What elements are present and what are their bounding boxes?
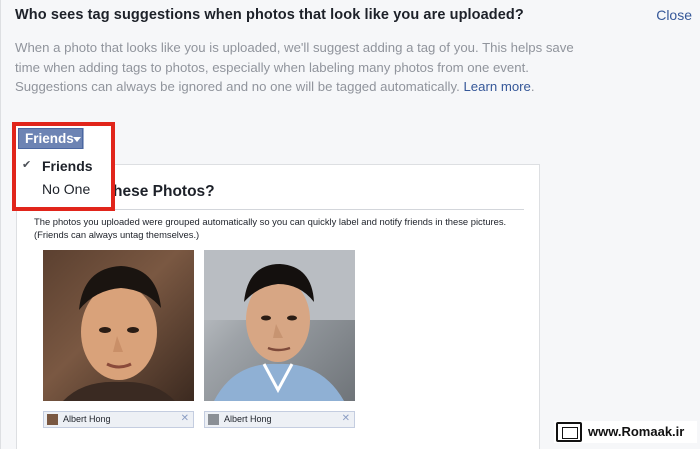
setting-question-heading: Who sees tag suggestions when photos tha… bbox=[15, 7, 524, 23]
description-period: . bbox=[530, 79, 535, 94]
settings-panel: Who sees tag suggestions when photos tha… bbox=[0, 0, 700, 449]
remove-tag-icon[interactable]: ✕ bbox=[181, 413, 189, 424]
option-label: Friends bbox=[42, 158, 93, 174]
tag-chip-1[interactable]: Albert Hong ✕ bbox=[43, 411, 194, 428]
audience-dropdown-highlight: Friends ✔ Friends No One bbox=[12, 122, 115, 211]
audience-dropdown-button[interactable]: Friends bbox=[18, 128, 83, 149]
tag-name: Albert Hong bbox=[224, 414, 272, 424]
tag-thumbnail bbox=[47, 414, 58, 425]
close-link[interactable]: Close bbox=[656, 7, 692, 23]
remove-tag-icon[interactable]: ✕ bbox=[342, 413, 350, 424]
dropdown-edge bbox=[83, 128, 84, 149]
preview-body-text: The photos you uploaded were grouped aut… bbox=[34, 216, 507, 240]
tag-thumbnail bbox=[208, 414, 219, 425]
tag-name: Albert Hong bbox=[63, 414, 111, 424]
watermark: www.Romaak.ir bbox=[554, 421, 697, 443]
audience-selected-label: Friends bbox=[25, 131, 74, 146]
preview-title: hese Photos? bbox=[113, 183, 215, 200]
checkmark-icon: ✔ bbox=[22, 159, 32, 171]
suggested-photo-2 bbox=[204, 250, 355, 401]
watermark-text: www.Romaak.ir bbox=[588, 424, 685, 439]
learn-more-link[interactable]: Learn more bbox=[463, 79, 530, 94]
caret-down-icon bbox=[73, 137, 81, 142]
audience-option-no-one[interactable]: No One bbox=[16, 178, 111, 200]
suggested-photo-1 bbox=[43, 250, 194, 401]
audience-option-friends[interactable]: ✔ Friends bbox=[16, 155, 111, 177]
tag-chip-2[interactable]: Albert Hong ✕ bbox=[204, 411, 355, 428]
option-label: No One bbox=[42, 181, 91, 197]
setting-description: When a photo that looks like you is uplo… bbox=[15, 38, 575, 97]
monitor-logo-icon bbox=[556, 422, 582, 442]
